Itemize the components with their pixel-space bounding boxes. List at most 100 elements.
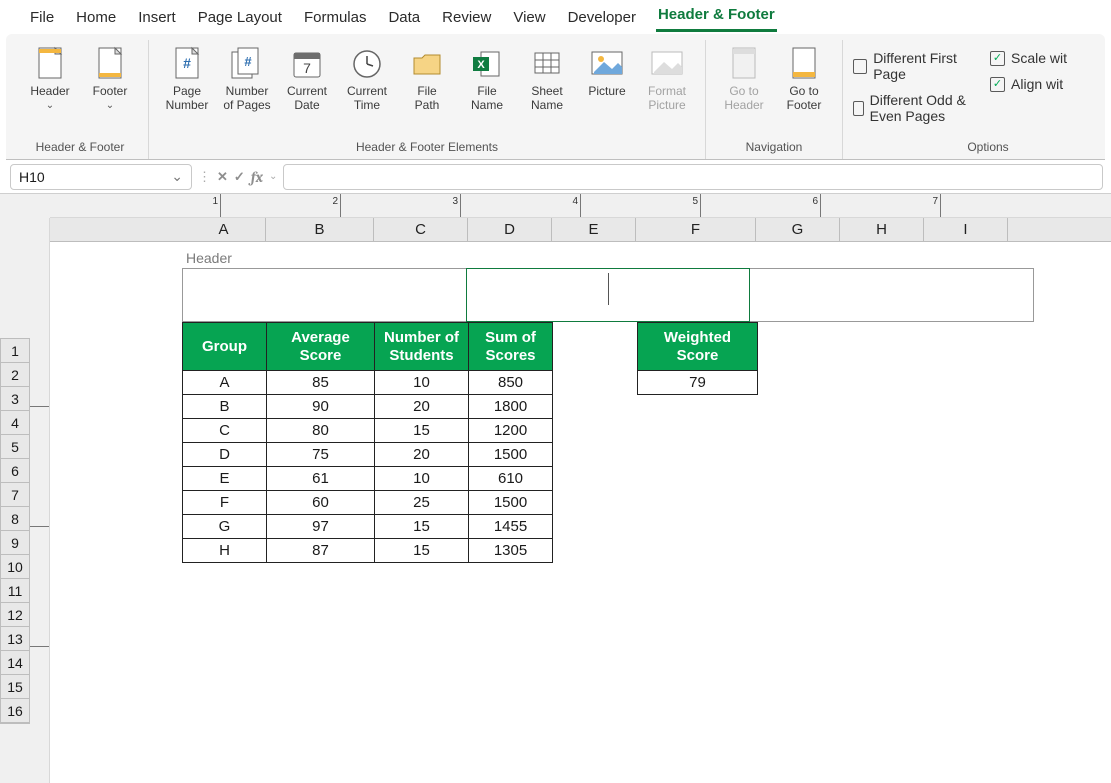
tab-developer[interactable]: Developer (566, 5, 638, 32)
cell[interactable]: 15 (375, 515, 469, 539)
cell[interactable]: 87 (267, 539, 375, 563)
row-header[interactable]: 7 (1, 483, 29, 507)
fx-icon[interactable]: fx (251, 168, 263, 186)
table-row[interactable]: C80151200 (183, 419, 553, 443)
cell[interactable]: 1800 (469, 395, 553, 419)
cell[interactable]: 25 (375, 491, 469, 515)
column-header[interactable]: B (266, 218, 374, 241)
table-header[interactable]: Average Score (267, 323, 375, 371)
tab-home[interactable]: Home (74, 5, 118, 32)
row-header[interactable]: 2 (1, 363, 29, 387)
page-number-button[interactable]: # Page Number (159, 42, 215, 137)
row-header[interactable]: 10 (1, 555, 29, 579)
cell[interactable]: E (183, 467, 267, 491)
name-box[interactable]: H10 ⌄ (10, 164, 192, 190)
cell[interactable]: 75 (267, 443, 375, 467)
current-date-button[interactable]: 7 Current Date (279, 42, 335, 137)
cell[interactable]: 1305 (469, 539, 553, 563)
cell[interactable]: F (183, 491, 267, 515)
cell[interactable]: H (183, 539, 267, 563)
cell[interactable]: 10 (375, 467, 469, 491)
cell[interactable]: 15 (375, 419, 469, 443)
sheet-name-button[interactable]: Sheet Name (519, 42, 575, 137)
table-row[interactable]: H87151305 (183, 539, 553, 563)
weighted-table[interactable]: Weighted Score79 (637, 322, 758, 395)
cell[interactable]: 61 (267, 467, 375, 491)
header-boxes[interactable] (182, 268, 1034, 322)
row-header[interactable]: 6 (1, 459, 29, 483)
cell[interactable]: 79 (638, 371, 758, 395)
goto-footer-button[interactable]: Go to Footer (776, 42, 832, 137)
column-header[interactable]: G (756, 218, 840, 241)
file-path-button[interactable]: File Path (399, 42, 455, 137)
cell[interactable]: D (183, 443, 267, 467)
cell[interactable]: G (183, 515, 267, 539)
row-header[interactable]: 1 (1, 339, 29, 363)
row-header[interactable]: 12 (1, 603, 29, 627)
column-header[interactable]: D (468, 218, 552, 241)
cell[interactable]: A (183, 371, 267, 395)
row-header[interactable]: 5 (1, 435, 29, 459)
column-header[interactable]: F (636, 218, 756, 241)
column-header[interactable]: E (552, 218, 636, 241)
header-button[interactable]: Header⌄ (22, 42, 78, 137)
cell[interactable]: 1455 (469, 515, 553, 539)
cell[interactable]: 20 (375, 395, 469, 419)
table-row[interactable]: F60251500 (183, 491, 553, 515)
cancel-icon[interactable]: ✕ (217, 169, 228, 185)
tab-formulas[interactable]: Formulas (302, 5, 369, 32)
table-row[interactable]: D75201500 (183, 443, 553, 467)
picture-button[interactable]: Picture (579, 42, 635, 137)
tab-review[interactable]: Review (440, 5, 493, 32)
current-time-button[interactable]: Current Time (339, 42, 395, 137)
cell[interactable]: 610 (469, 467, 553, 491)
cell[interactable]: 15 (375, 539, 469, 563)
tab-header-footer[interactable]: Header & Footer (656, 2, 777, 32)
table-row[interactable]: E6110610 (183, 467, 553, 491)
different-first-page-checkbox[interactable]: Different First Page (853, 50, 986, 82)
cell[interactable]: 90 (267, 395, 375, 419)
table-row[interactable]: G97151455 (183, 515, 553, 539)
cell[interactable]: C (183, 419, 267, 443)
formula-input[interactable] (283, 164, 1103, 190)
cell[interactable]: 1200 (469, 419, 553, 443)
footer-button[interactable]: Footer⌄ (82, 42, 138, 137)
header-center-box[interactable] (466, 268, 751, 322)
row-header[interactable]: 8 (1, 507, 29, 531)
tab-insert[interactable]: Insert (136, 5, 178, 32)
cell[interactable]: 20 (375, 443, 469, 467)
column-header[interactable]: H (840, 218, 924, 241)
enter-icon[interactable]: ✓ (234, 169, 245, 185)
cell[interactable]: 60 (267, 491, 375, 515)
column-header[interactable]: A (182, 218, 266, 241)
row-header[interactable]: 15 (1, 675, 29, 699)
tab-file[interactable]: File (28, 5, 56, 32)
header-right-box[interactable] (750, 269, 1033, 321)
table-header[interactable]: Sum of Scores (469, 323, 553, 371)
column-header[interactable]: I (924, 218, 1008, 241)
row-header[interactable]: 4 (1, 411, 29, 435)
row-header[interactable]: 3 (1, 387, 29, 411)
row-header[interactable]: 13 (1, 627, 29, 651)
data-table[interactable]: GroupAverage ScoreNumber of StudentsSum … (182, 322, 553, 563)
tab-page-layout[interactable]: Page Layout (196, 5, 284, 32)
table-header[interactable]: Weighted Score (638, 323, 758, 371)
table-row[interactable]: B90201800 (183, 395, 553, 419)
row-header[interactable]: 14 (1, 651, 29, 675)
row-header[interactable]: 16 (1, 699, 29, 723)
header-left-box[interactable] (183, 269, 466, 321)
cell[interactable]: 85 (267, 371, 375, 395)
column-header[interactable]: C (374, 218, 468, 241)
table-header[interactable]: Number of Students (375, 323, 469, 371)
scale-with-doc-checkbox[interactable]: ✓Scale wit (990, 50, 1111, 66)
cell[interactable]: 850 (469, 371, 553, 395)
file-name-button[interactable]: X File Name (459, 42, 515, 137)
table-header[interactable]: Group (183, 323, 267, 371)
tab-view[interactable]: View (511, 5, 547, 32)
cell[interactable]: B (183, 395, 267, 419)
row-header[interactable]: 11 (1, 579, 29, 603)
cell[interactable]: 1500 (469, 491, 553, 515)
tab-data[interactable]: Data (386, 5, 422, 32)
align-with-margins-checkbox[interactable]: ✓Align wit (990, 76, 1111, 92)
number-of-pages-button[interactable]: # Number of Pages (219, 42, 275, 137)
